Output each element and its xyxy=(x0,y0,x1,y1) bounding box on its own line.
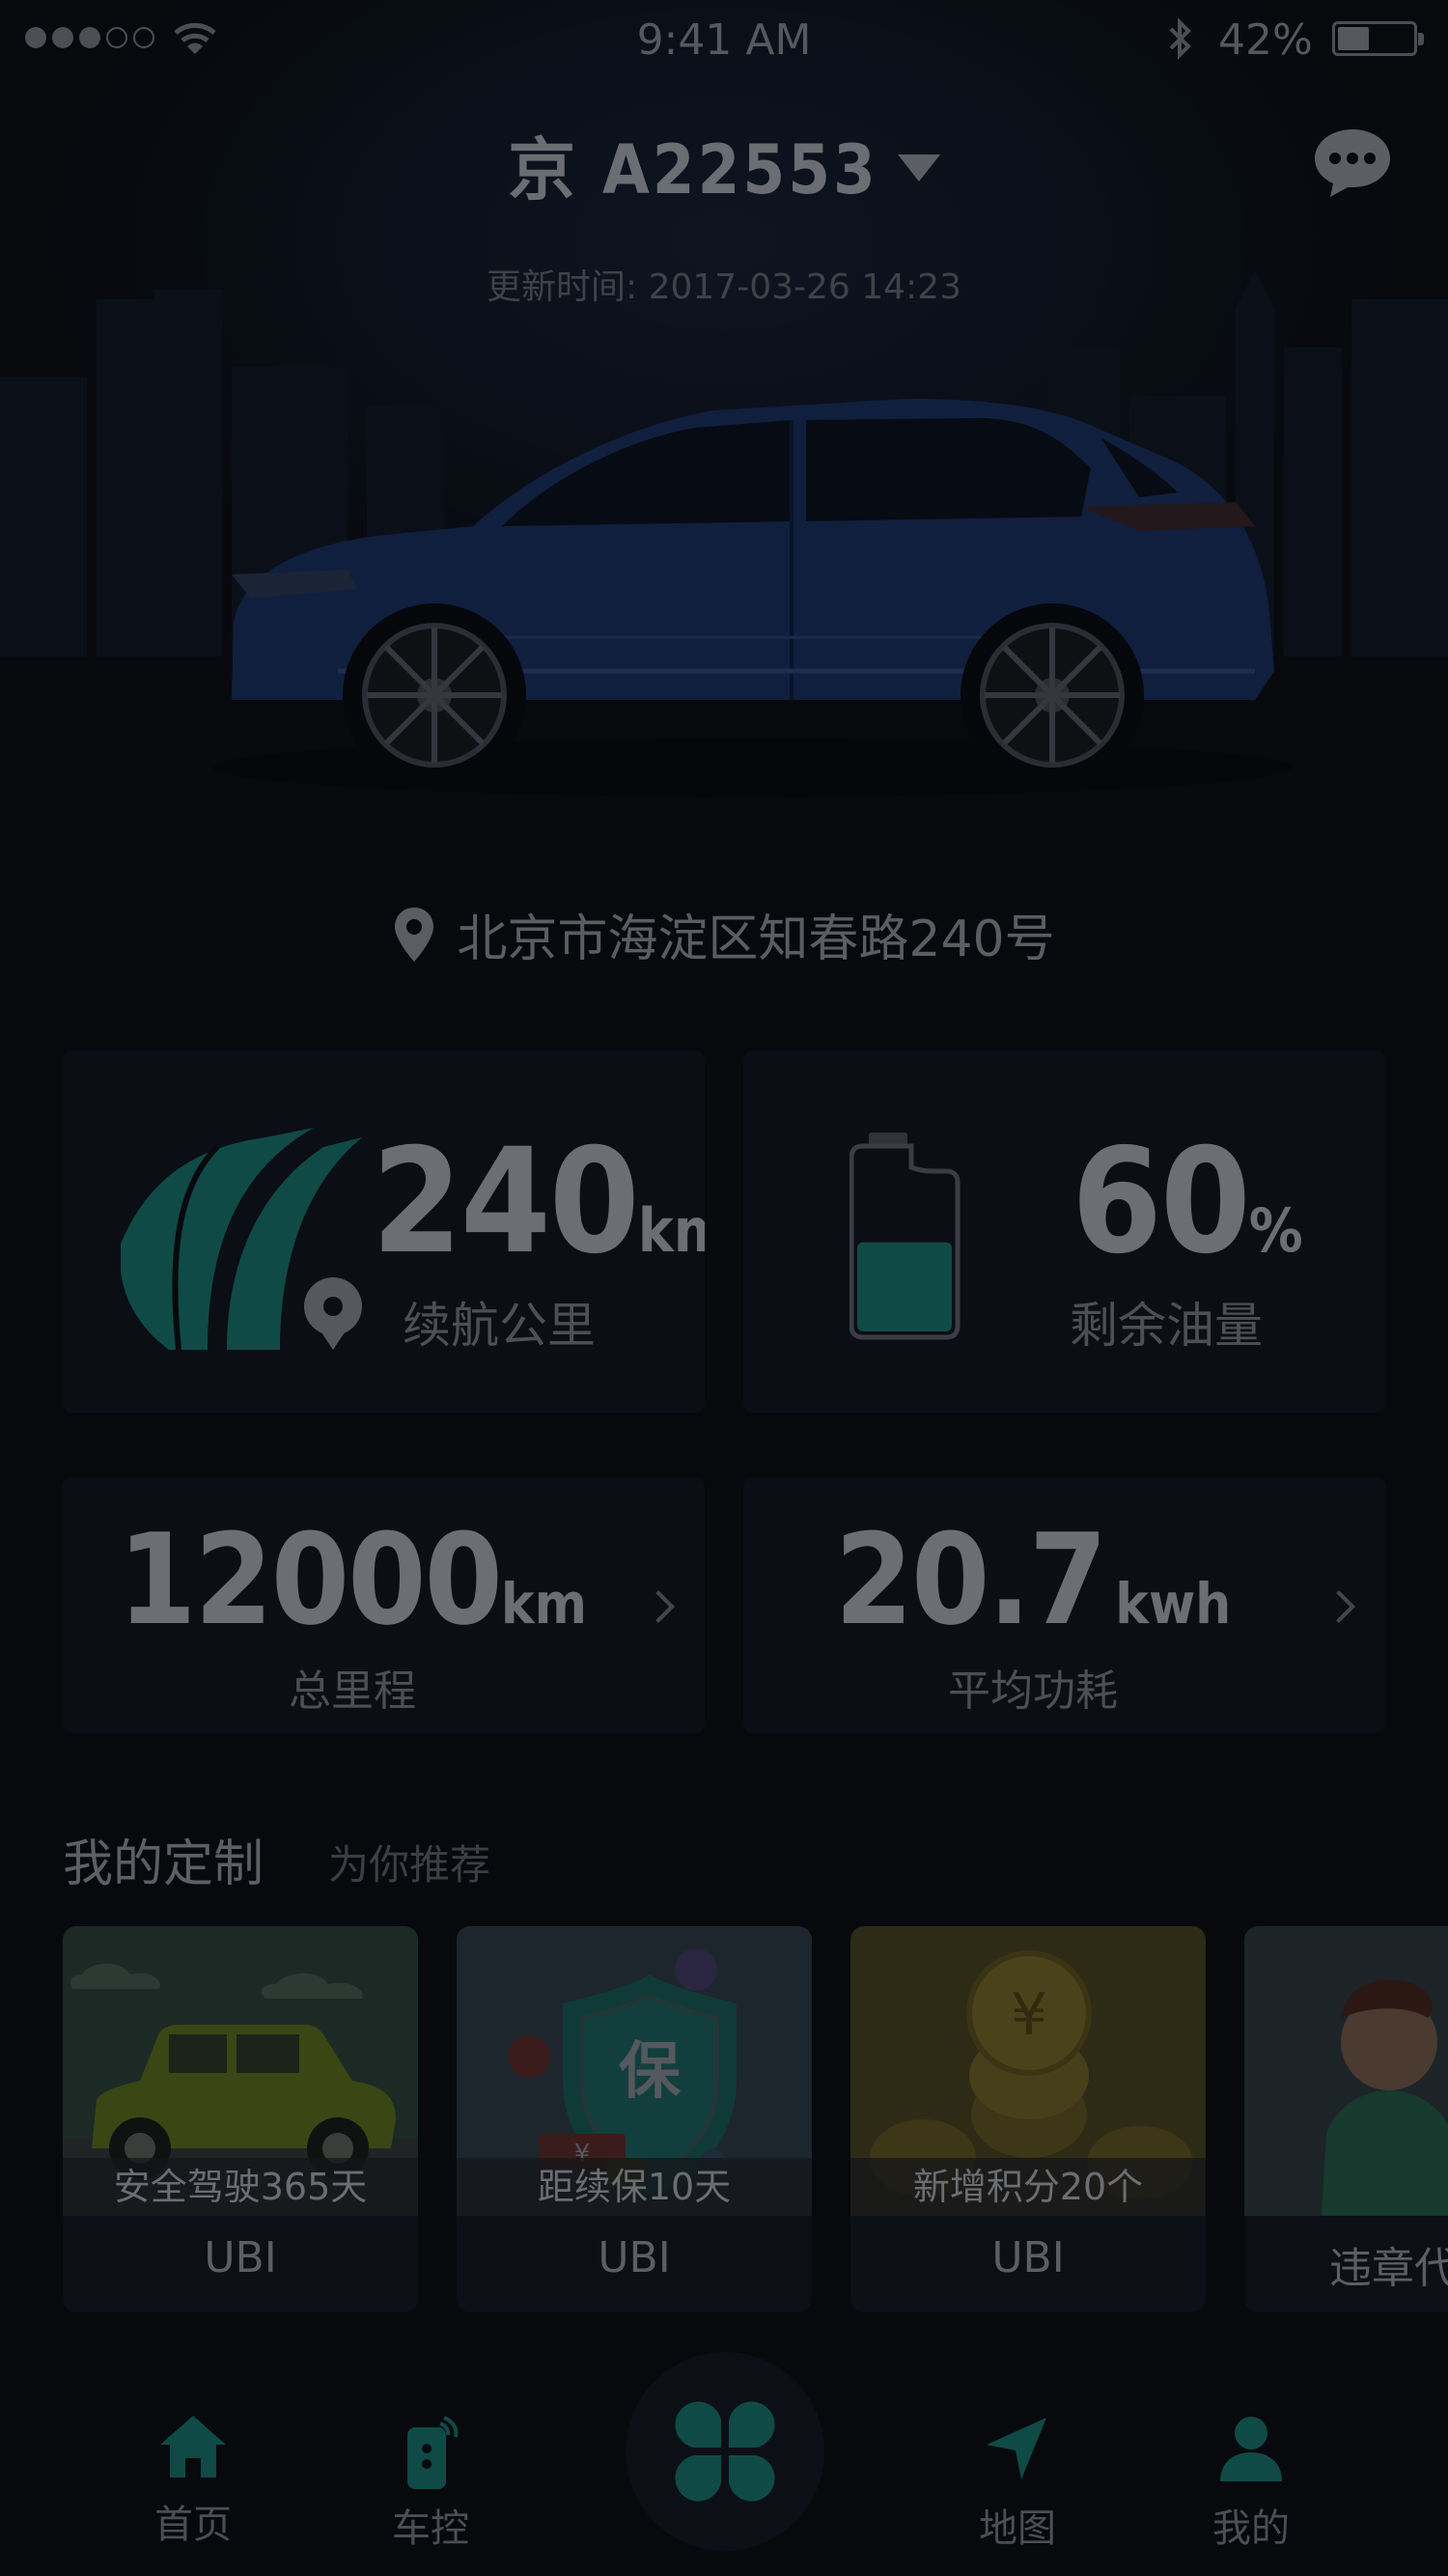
tile-caption: 距续保10天 xyxy=(457,2158,812,2216)
section-title: 我的定制 xyxy=(63,1835,265,1893)
tab-mine[interactable]: 我的 xyxy=(1164,2414,1338,2553)
clover-icon xyxy=(675,2401,775,2502)
status-bar: 9:41 AM 42% xyxy=(0,0,1448,77)
center-action-button[interactable] xyxy=(626,2352,824,2551)
update-label: 更新时间: xyxy=(487,267,638,307)
custom-tile[interactable]: ¥ 新增积分20个 UBI xyxy=(850,1926,1206,2312)
user-icon xyxy=(1220,2417,1282,2481)
chevron-right-icon xyxy=(1323,1590,1355,1623)
fuel-value: 60 xyxy=(1072,1118,1251,1286)
coin-symbol: ¥ xyxy=(1011,1981,1047,2049)
person-image xyxy=(1244,1926,1448,2216)
custom-tile[interactable]: 违章代 xyxy=(1244,1926,1448,2312)
home-screen: 9:41 AM 42% 京 A22553 更新时间: 2017-03-26 14… xyxy=(0,0,1448,2576)
tab-mine-label: 我的 xyxy=(1212,2506,1290,2551)
tab-home[interactable]: 首页 xyxy=(106,2414,280,2549)
location-pin-icon xyxy=(395,907,434,962)
tab-car-control[interactable]: 车控 xyxy=(344,2414,517,2553)
message-icon[interactable] xyxy=(1311,124,1394,201)
tile-caption: 新增积分20个 xyxy=(850,2158,1206,2216)
fuel-card[interactable]: 60 % 剩余油量 xyxy=(743,1050,1385,1413)
update-time-row: 更新时间: 2017-03-26 14:23 xyxy=(0,259,1448,309)
custom-tile[interactable]: 安全驾驶365天 UBI xyxy=(63,1926,418,2312)
tab-car-control-label: 车控 xyxy=(392,2506,469,2551)
battery-icon xyxy=(1332,21,1424,56)
consumption-label: 平均功耗 xyxy=(948,1666,1118,1716)
license-plate: 京 A22553 xyxy=(508,130,878,210)
shield-badge: 保 xyxy=(619,2036,682,2108)
tab-map-label: 地图 xyxy=(979,2506,1056,2551)
consumption-card[interactable]: 20.7 kwh 平均功耗 xyxy=(743,1477,1385,1733)
section-subtitle: 为你推荐 xyxy=(328,1841,491,1889)
dropdown-caret-icon xyxy=(897,154,940,182)
vehicle-location[interactable]: 北京市海淀区知春路240号 xyxy=(0,898,1448,970)
tab-map[interactable]: 地图 xyxy=(931,2414,1104,2553)
fuel-unit: % xyxy=(1248,1195,1303,1266)
car-image xyxy=(212,399,1294,797)
mileage-value: 12000 xyxy=(118,1506,503,1653)
battery-percentage: 42% xyxy=(1218,15,1313,65)
chevron-right-icon xyxy=(642,1590,675,1623)
tile-label: 违章代 xyxy=(1329,2244,1448,2293)
range-card[interactable]: 240 km 续航公里 xyxy=(63,1050,705,1413)
range-unit: km xyxy=(637,1195,705,1266)
bluetooth-icon xyxy=(1169,17,1191,60)
address-text: 北京市海淀区知春路240号 xyxy=(457,910,1055,968)
road-icon xyxy=(121,1128,362,1350)
tab-home-label: 首页 xyxy=(154,2503,232,2547)
tile-label: UBI xyxy=(991,2233,1065,2282)
tile-label: UBI xyxy=(204,2233,277,2282)
consumption-value: 20.7 xyxy=(834,1506,1108,1653)
update-time: 2017-03-26 14:23 xyxy=(648,267,961,307)
range-label: 续航公里 xyxy=(403,1298,596,1354)
range-value: 240 xyxy=(372,1118,640,1286)
consumption-unit: kwh xyxy=(1115,1571,1232,1637)
fuel-label: 剩余油量 xyxy=(1070,1298,1263,1354)
mileage-unit: km xyxy=(500,1571,587,1637)
car-key-icon xyxy=(407,2416,459,2489)
navigate-icon xyxy=(987,2418,1046,2479)
battery-level xyxy=(1338,27,1369,50)
mileage-card[interactable]: 12000 km 总里程 xyxy=(63,1477,705,1733)
tile-caption: 安全驾驶365天 xyxy=(63,2158,418,2216)
mileage-label: 总里程 xyxy=(289,1666,416,1716)
custom-tile[interactable]: 保 ¥ 距续保10天 UBI xyxy=(457,1926,812,2312)
home-icon xyxy=(160,2416,226,2478)
tile-label: UBI xyxy=(598,2233,671,2282)
vehicle-selector[interactable]: 京 A22553 xyxy=(0,116,1448,213)
fuel-bottle-icon xyxy=(849,1133,961,1340)
